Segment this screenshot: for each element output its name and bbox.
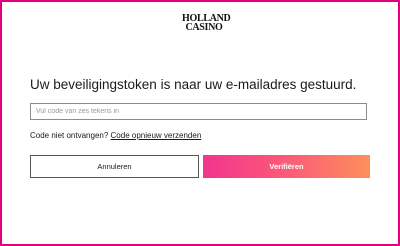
- page-title: Uw beveiligingstoken is naar uw e-mailad…: [30, 77, 357, 92]
- verify-button[interactable]: Verifiëren: [203, 155, 370, 178]
- resend-code-link[interactable]: Code opnieuw verzenden: [111, 131, 202, 140]
- dialog-frame: HOLLAND CASINO: [0, 0, 400, 246]
- logo-line-2: CASINO: [185, 22, 223, 33]
- resend-prompt: Code niet ontvangen?: [30, 131, 109, 140]
- security-code-input[interactable]: [30, 103, 367, 120]
- cancel-button[interactable]: Annuleren: [30, 155, 199, 178]
- holland-casino-logo: HOLLAND CASINO: [182, 14, 231, 33]
- resend-row: Code niet ontvangen? Code opnieuw verzen…: [30, 131, 201, 140]
